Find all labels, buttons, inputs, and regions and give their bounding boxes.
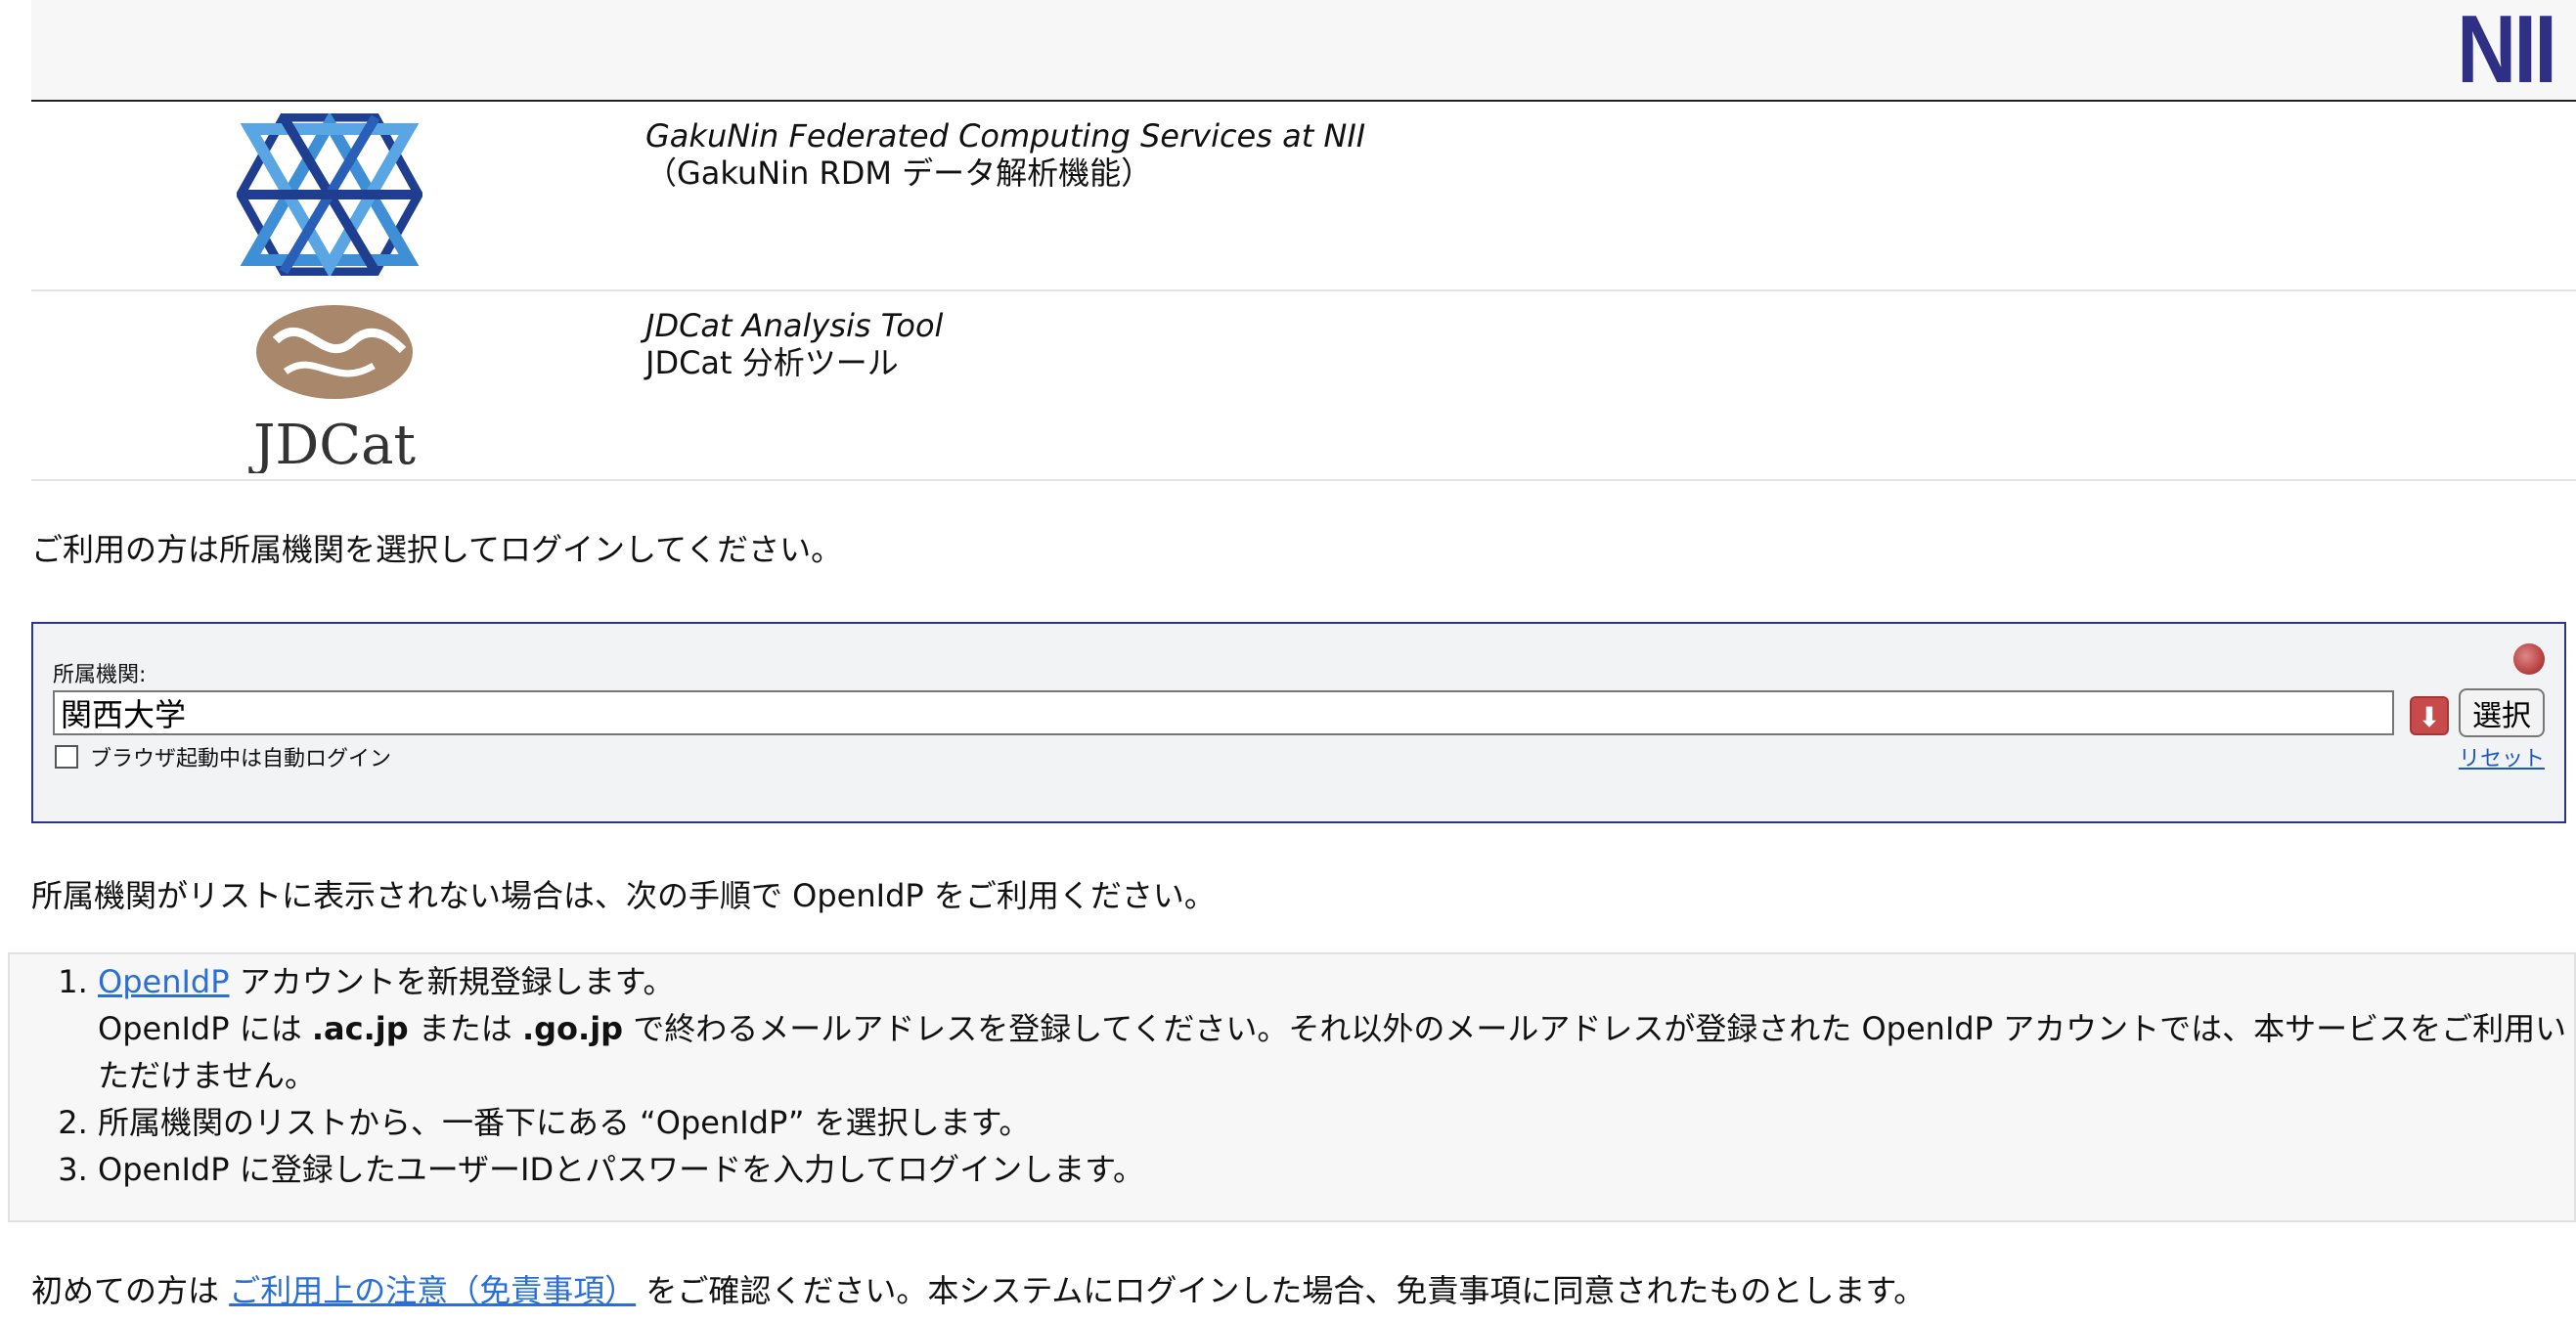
auto-login-checkbox[interactable]: [55, 745, 78, 769]
institution-label: 所属機関:: [53, 663, 147, 687]
disclaimer-link[interactable]: ご利用上の注意（免責事項）: [229, 1272, 636, 1309]
footer-suffix: をご確認ください。本システムにログインした場合、免責事項に同意されたものとします…: [636, 1272, 1926, 1309]
footer-prefix: 初めての方は: [31, 1272, 230, 1309]
service-row-gakunin: GakuNin Federated Computing Services at …: [31, 102, 2576, 291]
step-1-detail-b: .ac.jp: [311, 1010, 409, 1047]
auto-login-label: ブラウザ起動中は自動ログイン: [90, 747, 392, 771]
service-name-en: JDCat Analysis Tool: [645, 307, 944, 344]
jdcat-logo-text: JDCat: [248, 414, 417, 473]
page-header: NII: [31, 0, 2576, 102]
nii-logo: NII: [2457, 0, 2557, 103]
intro-text: ご利用の方は所属機関を選択してログインしてください。: [31, 531, 843, 568]
gakunin-logo: [237, 113, 422, 276]
jdcat-logo: JDCat: [248, 305, 417, 473]
service-row-jdcat: JDCat JDCat Analysis Tool JDCat 分析ツール: [31, 291, 2576, 481]
dropdown-arrow-icon[interactable]: ⬇: [2410, 696, 2449, 735]
openidp-note: 所属機関がリストに表示されない場合は、次の手順で OpenIdP をご利用くださ…: [31, 877, 1216, 914]
step-1-text: アカウントを新規登録します。: [229, 963, 675, 1000]
step-2: 所属機関のリストから、一番下にある “OpenIdP” を選択します。: [98, 1099, 2574, 1146]
step-1-detail-d: .go.jp: [521, 1010, 624, 1047]
service-text-jdcat: JDCat Analysis Tool JDCat 分析ツール: [645, 307, 943, 381]
institution-selector-box: 所属機関: ⬇ 選択 ブラウザ起動中は自動ログイン リセット: [31, 622, 2566, 823]
step-1-detail-a: OpenIdP には: [98, 1010, 312, 1047]
service-text-gakunin: GakuNin Federated Computing Services at …: [645, 117, 1365, 192]
select-button[interactable]: 選択: [2459, 688, 2545, 737]
service-name-ja: JDCat 分析ツール: [645, 344, 899, 381]
openidp-link[interactable]: OpenIdP: [98, 963, 230, 1000]
reset-link[interactable]: リセット: [2459, 741, 2545, 772]
openidp-steps: OpenIdP アカウントを新規登録します。 OpenIdP には .ac.jp…: [8, 952, 2576, 1222]
step-3: OpenIdP に登録したユーザーIDとパスワードを入力してログインします。: [98, 1146, 2574, 1193]
institution-input[interactable]: [53, 690, 2394, 735]
service-name-ja: （GakuNin RDM データ解析機能）: [645, 154, 1153, 192]
step-1: OpenIdP アカウントを新規登録します。 OpenIdP には .ac.jp…: [98, 958, 2574, 1099]
footer-note: 初めての方は ご利用上の注意（免責事項） をご確認ください。本システムにログイン…: [31, 1271, 1925, 1310]
step-1-detail-c: または: [408, 1010, 522, 1047]
service-name-en: GakuNin Federated Computing Services at …: [645, 117, 1366, 154]
help-icon[interactable]: [2513, 643, 2545, 675]
